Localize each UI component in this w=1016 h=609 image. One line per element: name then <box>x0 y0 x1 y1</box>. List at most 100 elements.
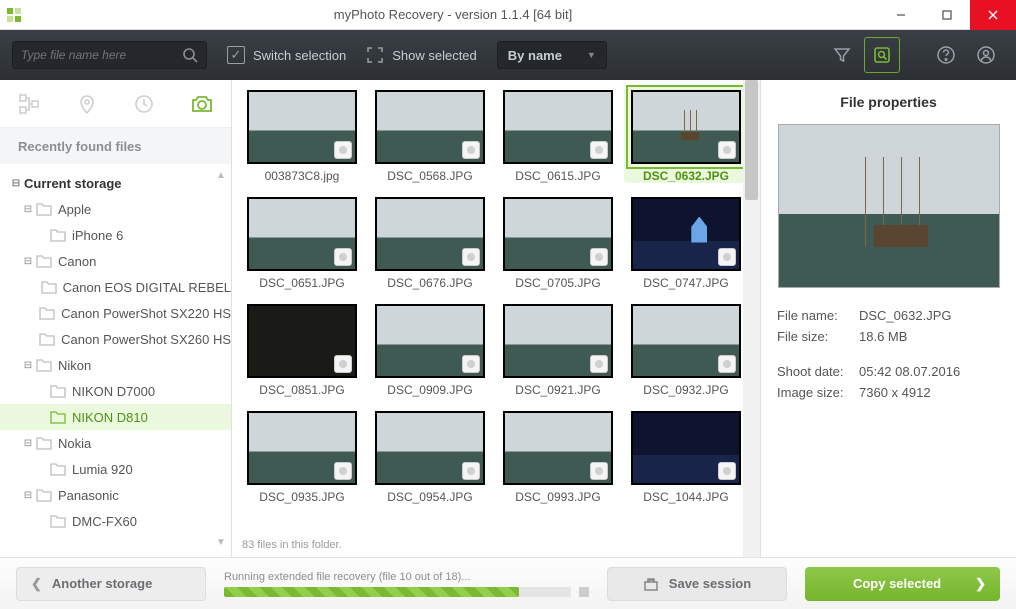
thumbnail[interactable]: DSC_0651.JPG <box>240 197 364 290</box>
thumbnail-image[interactable] <box>247 411 357 485</box>
save-session-button[interactable]: Save session <box>607 567 787 601</box>
twisty-icon[interactable]: ⊟ <box>22 204 34 215</box>
thumbnail[interactable]: DSC_0676.JPG <box>368 197 492 290</box>
zoom-search-icon[interactable] <box>864 37 900 73</box>
thumbnail-checkbox[interactable] <box>590 248 608 266</box>
thumbnail-checkbox[interactable] <box>462 462 480 480</box>
tree-item[interactable]: ⊟Panasonic <box>0 482 231 508</box>
tree-item-label: Canon PowerShot SX260 HS <box>61 332 231 347</box>
thumbnail-image[interactable] <box>503 90 613 164</box>
twisty-icon[interactable]: ⊟ <box>22 490 34 501</box>
clock-icon[interactable] <box>130 90 158 118</box>
twisty-icon[interactable]: ⊟ <box>22 360 34 371</box>
thumbnail[interactable]: DSC_0705.JPG <box>496 197 620 290</box>
show-selected-toggle[interactable]: Show selected <box>366 46 477 64</box>
thumbnail-checkbox[interactable] <box>718 248 736 266</box>
thumbnail-filename: DSC_0568.JPG <box>387 169 472 183</box>
close-button[interactable] <box>970 0 1016 30</box>
help-icon[interactable] <box>928 37 964 73</box>
thumbnail-image[interactable] <box>503 197 613 271</box>
location-icon[interactable] <box>73 90 101 118</box>
search-icon[interactable] <box>182 47 198 63</box>
minimize-button[interactable] <box>878 0 924 30</box>
thumbnail[interactable]: DSC_0568.JPG <box>368 90 492 183</box>
thumbnail[interactable]: 003873C8.jpg <box>240 90 364 183</box>
thumbnail-checkbox[interactable] <box>462 248 480 266</box>
scroll-up-icon[interactable]: ▲ <box>213 170 229 186</box>
thumbnail-checkbox[interactable] <box>462 141 480 159</box>
switch-selection-label: Switch selection <box>253 48 346 63</box>
tree-item[interactable]: ⊟Canon <box>0 248 231 274</box>
thumbnail-checkbox[interactable] <box>334 355 352 373</box>
thumbnail[interactable]: DSC_0615.JPG <box>496 90 620 183</box>
tree-item[interactable]: Canon PowerShot SX260 HS <box>0 326 231 352</box>
thumbnail-checkbox[interactable] <box>334 141 352 159</box>
search-input[interactable] <box>21 48 182 62</box>
tree-item[interactable]: Canon EOS DIGITAL REBEL <box>0 274 231 300</box>
thumbnail-image[interactable] <box>375 197 485 271</box>
twisty-icon[interactable]: ⊟ <box>22 256 34 267</box>
thumbnail-filename: DSC_0705.JPG <box>515 276 600 290</box>
thumbnail-checkbox[interactable] <box>718 141 736 159</box>
tree-view-icon[interactable] <box>15 90 43 118</box>
thumbnail[interactable]: DSC_0932.JPG <box>624 304 748 397</box>
thumbnail-image[interactable] <box>247 90 357 164</box>
thumbnail-image[interactable] <box>375 90 485 164</box>
tree-item[interactable]: iPhone 6 <box>0 222 231 248</box>
tree-item[interactable]: ⊟Current storage <box>0 170 231 196</box>
thumbnail[interactable]: DSC_0851.JPG <box>240 304 364 397</box>
thumbnail-image[interactable] <box>247 304 357 378</box>
tree-item[interactable]: ⊟Apple <box>0 196 231 222</box>
thumbnail-checkbox[interactable] <box>334 462 352 480</box>
thumbnail-checkbox[interactable] <box>590 462 608 480</box>
thumbnail-image[interactable] <box>503 304 613 378</box>
thumbnail-image[interactable] <box>631 411 741 485</box>
scrollbar[interactable] <box>743 80 760 557</box>
recent-files-header[interactable]: Recently found files <box>0 128 231 164</box>
search-field[interactable] <box>12 41 207 69</box>
thumbnail-image[interactable] <box>375 304 485 378</box>
tree-item-label: Canon PowerShot SX220 HS <box>61 306 231 321</box>
tree-item[interactable]: NIKON D810 <box>0 404 231 430</box>
user-icon[interactable] <box>968 37 1004 73</box>
stop-icon[interactable] <box>579 587 589 597</box>
another-storage-button[interactable]: ❮ Another storage <box>16 567 206 601</box>
folder-icon <box>36 488 52 502</box>
thumbnail-checkbox[interactable] <box>718 462 736 480</box>
tree-item[interactable]: DMC-FX60 <box>0 508 231 534</box>
thumbnail[interactable]: DSC_0993.JPG <box>496 411 620 504</box>
tree-item[interactable]: ⊟Nokia <box>0 430 231 456</box>
twisty-icon[interactable]: ⊟ <box>10 178 22 189</box>
maximize-button[interactable] <box>924 0 970 30</box>
camera-icon[interactable] <box>188 90 216 118</box>
filter-icon[interactable] <box>824 37 860 73</box>
thumbnail[interactable]: DSC_0632.JPG <box>624 87 748 183</box>
copy-selected-button[interactable]: Copy selected ❯ <box>805 567 1000 601</box>
thumbnail-checkbox[interactable] <box>462 355 480 373</box>
thumbnail[interactable]: DSC_0747.JPG <box>624 197 748 290</box>
scrollbar-thumb[interactable] <box>745 80 758 200</box>
thumbnail-image[interactable] <box>631 90 741 164</box>
thumbnail-image[interactable] <box>503 411 613 485</box>
thumbnail-checkbox[interactable] <box>590 141 608 159</box>
thumbnail-checkbox[interactable] <box>718 355 736 373</box>
tree-item[interactable]: NIKON D7000 <box>0 378 231 404</box>
thumbnail[interactable]: DSC_0954.JPG <box>368 411 492 504</box>
switch-selection-toggle[interactable]: Switch selection <box>227 46 346 64</box>
tree-item[interactable]: ⊟Nikon <box>0 352 231 378</box>
thumbnail[interactable]: DSC_0935.JPG <box>240 411 364 504</box>
thumbnail-image[interactable] <box>375 411 485 485</box>
thumbnail[interactable]: DSC_1044.JPG <box>624 411 748 504</box>
thumbnail-image[interactable] <box>631 304 741 378</box>
thumbnail-checkbox[interactable] <box>334 248 352 266</box>
sort-dropdown[interactable]: By name ▼ <box>497 41 607 69</box>
twisty-icon[interactable]: ⊟ <box>22 438 34 449</box>
thumbnail-image[interactable] <box>631 197 741 271</box>
thumbnail[interactable]: DSC_0921.JPG <box>496 304 620 397</box>
thumbnail-image[interactable] <box>247 197 357 271</box>
thumbnail[interactable]: DSC_0909.JPG <box>368 304 492 397</box>
scroll-down-icon[interactable]: ▼ <box>213 537 229 553</box>
tree-item[interactable]: Canon PowerShot SX220 HS <box>0 300 231 326</box>
thumbnail-checkbox[interactable] <box>590 355 608 373</box>
tree-item[interactable]: Lumia 920 <box>0 456 231 482</box>
